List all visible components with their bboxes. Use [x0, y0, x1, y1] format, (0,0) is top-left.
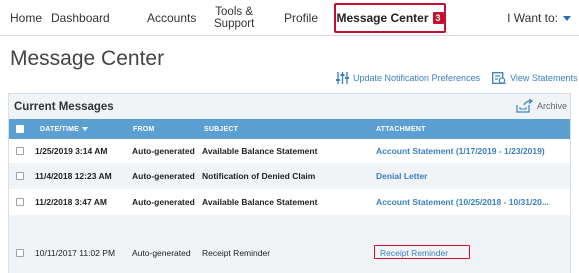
message-row[interactable]: 11/4/2018 12:23 AM Auto-generated Notifi… — [9, 163, 570, 189]
update-notification-preferences-label: Update Notification Preferences — [353, 73, 481, 83]
i-want-to-menu[interactable]: I Want to: — [507, 0, 571, 36]
attachment-link[interactable]: Denial Letter — [376, 163, 428, 189]
message-datetime: 1/25/2019 3:14 AM — [35, 146, 108, 156]
archive-label: Archive — [536, 101, 567, 111]
page-actions: Update Notification Preferences View Sta… — [336, 70, 577, 86]
archive-icon — [516, 99, 533, 113]
attachment-link[interactable]: Receipt Reminder — [380, 243, 448, 263]
message-row[interactable]: 11/2/2018 3:47 AM Auto-generated Availab… — [9, 189, 570, 215]
select-all-checkbox[interactable] — [16, 125, 24, 133]
row-checkbox[interactable] — [16, 147, 24, 155]
message-subject: Notification of Denied Claim — [202, 171, 316, 181]
panel-title: Current Messages — [14, 101, 114, 113]
chevron-down-icon — [563, 15, 571, 21]
message-datetime: 11/4/2018 12:23 AM — [35, 171, 112, 181]
message-subject: Available Balance Statement — [202, 197, 318, 207]
message-datetime: 10/11/2017 11:02 PM — [35, 248, 116, 258]
attachment-link[interactable]: Account Statement (1/17/2019 - 1/23/2019… — [376, 139, 545, 163]
column-subject: SUBJECT — [204, 125, 239, 133]
message-subject: Available Balance Statement — [202, 146, 318, 156]
i-want-to-label: I Want to: — [507, 11, 558, 25]
message-row[interactable]: 10/11/2017 11:02 PM Auto-generated Recei… — [9, 243, 570, 267]
nav-profile[interactable]: Profile — [284, 0, 318, 36]
message-from: Auto-generated — [132, 248, 191, 258]
view-statements-link[interactable]: View Statements — [492, 72, 577, 84]
row-checkbox[interactable] — [16, 198, 24, 206]
update-notification-preferences-link[interactable]: Update Notification Preferences — [336, 72, 480, 84]
column-attachment: ATTACHMENT — [376, 125, 426, 133]
column-datetime-label: DATE/TIME — [40, 125, 80, 133]
message-datetime: 11/2/2018 3:47 AM — [35, 197, 107, 207]
nav-home[interactable]: Home — [10, 0, 42, 36]
message-subject: Receipt Reminder — [202, 248, 271, 258]
nav-tools-label-2: Support — [214, 18, 255, 30]
statement-icon — [492, 72, 507, 84]
nav-tools-label-1: Tools & — [215, 6, 253, 18]
row-checkbox[interactable] — [16, 249, 24, 257]
top-navigation: Home Dashboard Accounts Tools & Support … — [0, 0, 579, 36]
current-messages-panel: Current Messages Archive DATE/TIME FROM … — [8, 93, 571, 273]
row-checkbox[interactable] — [16, 172, 24, 180]
message-from: Auto-generated — [132, 197, 195, 207]
panel-header: Current Messages Archive — [9, 94, 570, 118]
sort-desc-icon — [82, 127, 89, 131]
message-row[interactable]: 1/25/2019 3:14 AM Auto-generated Availab… — [9, 139, 570, 163]
nav-dashboard[interactable]: Dashboard — [51, 0, 110, 36]
nav-accounts[interactable]: Accounts — [147, 0, 196, 36]
message-from: Auto-generated — [132, 146, 195, 156]
nav-message-center-label: Message Center — [336, 11, 429, 25]
column-datetime[interactable]: DATE/TIME — [40, 119, 89, 139]
messages-table-header: DATE/TIME FROM SUBJECT ATTACHMENT — [9, 119, 570, 139]
column-from: FROM — [133, 125, 155, 133]
message-from: Auto-generated — [132, 171, 195, 181]
sliders-icon — [336, 72, 349, 84]
archive-button[interactable]: Archive — [516, 99, 567, 113]
nav-tools-support[interactable]: Tools & Support — [214, 0, 254, 36]
message-count-badge: 3 — [432, 12, 444, 24]
page-title: Message Center — [10, 47, 165, 70]
nav-message-center[interactable]: Message Center 3 — [334, 3, 446, 33]
attachment-link[interactable]: Account Statement (10/25/2018 - 10/31/20… — [376, 189, 549, 215]
view-statements-label: View Statements — [510, 73, 578, 83]
